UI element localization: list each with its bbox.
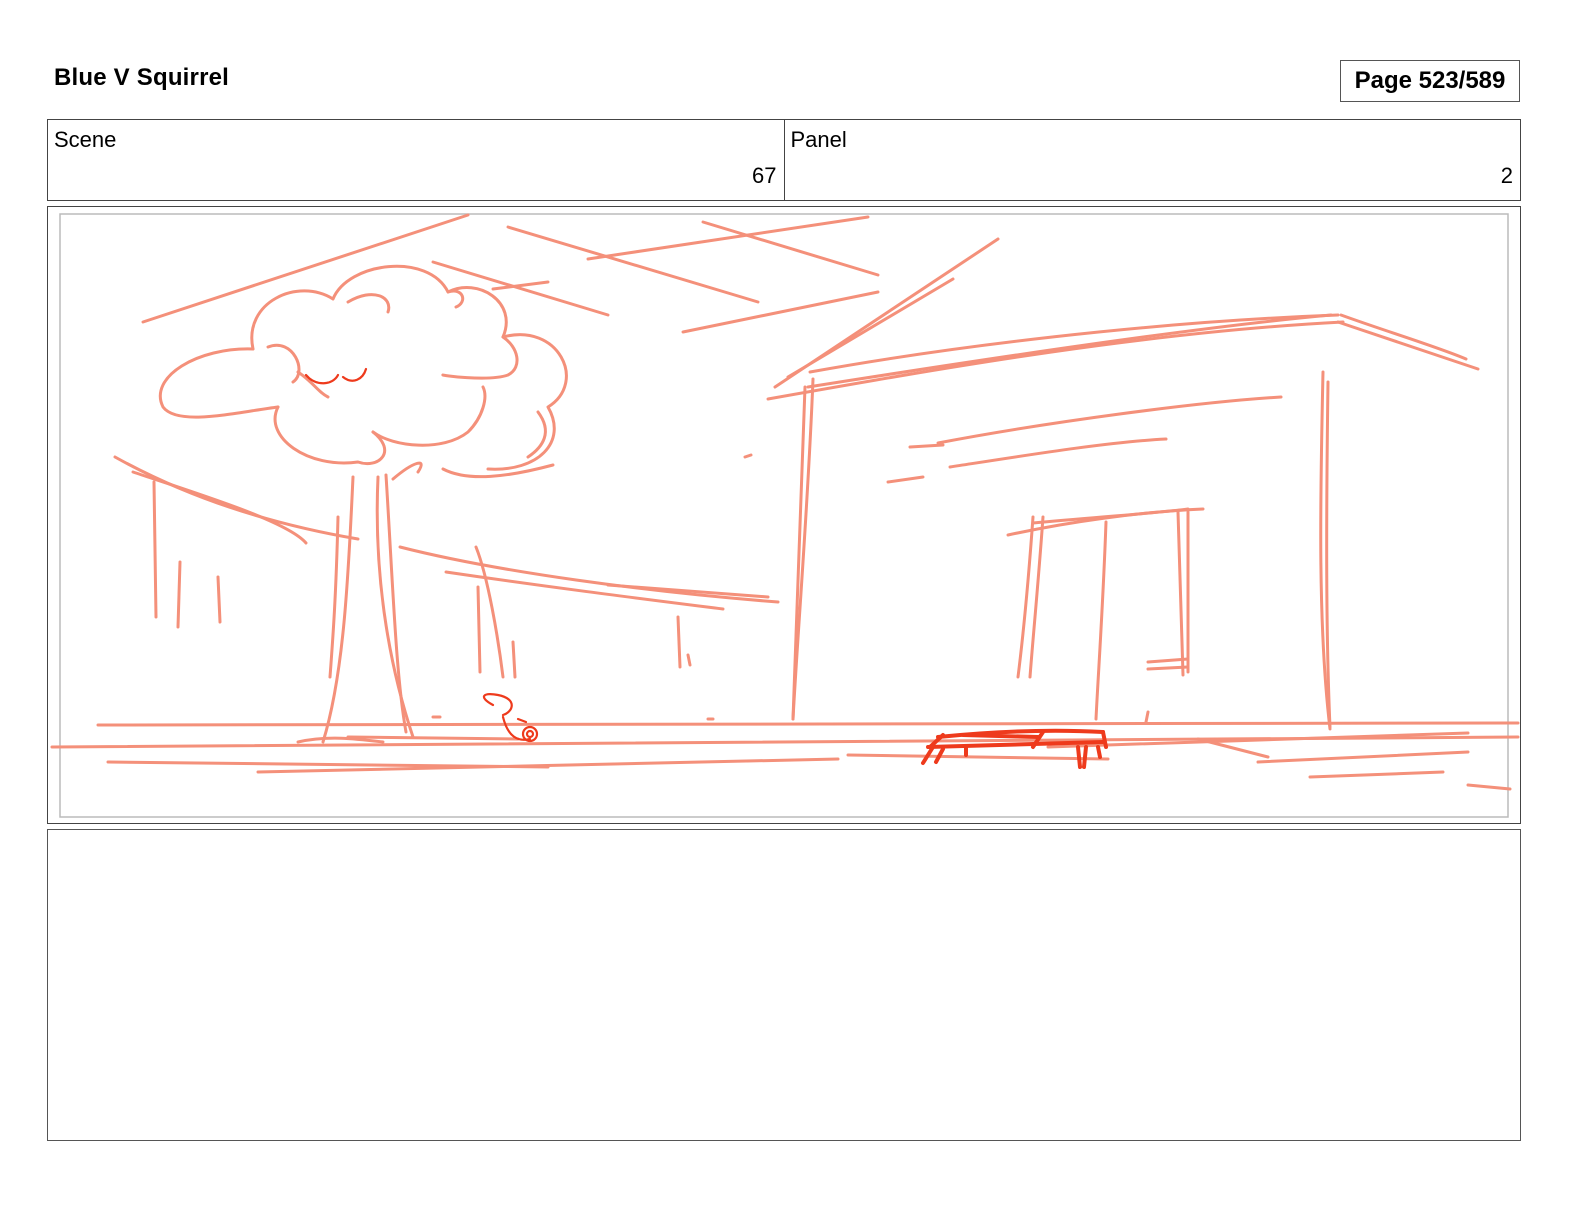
project-title: Blue V Squirrel — [54, 64, 230, 91]
scene-panel-info-row: Scene 67 Panel 2 — [47, 119, 1521, 201]
scene-cell: Scene 67 — [48, 120, 784, 200]
page-indicator: Page 523/589 — [1340, 60, 1520, 102]
scene-label: Scene — [54, 127, 117, 152]
storyboard-sketch — [50, 213, 1520, 818]
scene-number: 67 — [752, 163, 777, 188]
panel-cell: Panel 2 — [783, 120, 1521, 200]
bench-sketch — [921, 728, 1108, 769]
panel-notes-box — [47, 829, 1521, 1141]
panel-label: Panel — [790, 127, 847, 152]
background-sketch-lines — [50, 213, 1520, 791]
squirrel-sketch — [482, 693, 539, 743]
panel-number: 2 — [1500, 163, 1513, 188]
storyboard-panel-frame — [47, 206, 1521, 824]
tree-eyes-sketch — [304, 367, 368, 385]
inner-frame-border — [59, 213, 1509, 818]
